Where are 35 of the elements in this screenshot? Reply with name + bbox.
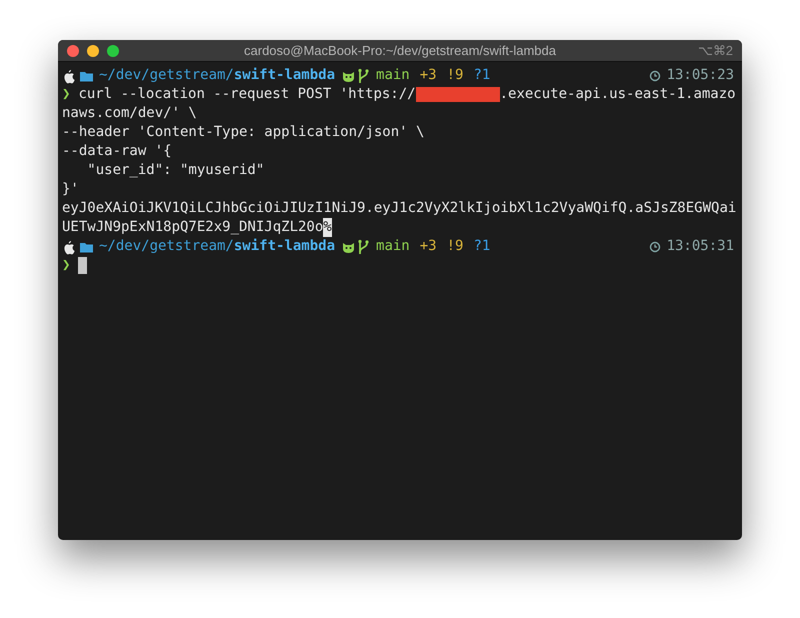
branch-icon bbox=[356, 238, 370, 254]
close-button[interactable] bbox=[67, 44, 79, 56]
terminal-line: --header 'Content-Type: application/json' \ bbox=[62, 123, 424, 142]
terminal-line: UETwJN9pExN18pQ7E2x9_DNIJqZL20o bbox=[62, 218, 324, 237]
shortcut-label: ⌥⌘2 bbox=[698, 42, 733, 60]
modified-count: !9 bbox=[446, 66, 464, 85]
staged-count: +3 bbox=[420, 237, 437, 256]
command-text: curl --location --request POST 'https:// bbox=[78, 85, 416, 104]
timestamp: 13:05:31 bbox=[666, 237, 734, 256]
maximize-button[interactable] bbox=[107, 44, 119, 56]
minimize-button[interactable] bbox=[87, 44, 99, 56]
window-title: cardoso@MacBook-Pro:~/dev/getstream/swift-lambda bbox=[244, 42, 556, 60]
directory-name: swift-lambda bbox=[234, 66, 336, 85]
branch-icon bbox=[356, 68, 370, 84]
modified-count: !9 bbox=[446, 237, 464, 256]
terminal-line: eyJ0eXAiOiJKV1QiLCJhbGciOiJIUzI1NiJ9.eyJ1c2VyX2lkIjoibXl1c2VyaWQifQ.aSJsZ8EGWQai bbox=[62, 199, 736, 218]
untracked-count: ?1 bbox=[473, 237, 490, 256]
terminal-line: --data-raw '{ bbox=[62, 142, 172, 161]
staged-count: +3 bbox=[420, 66, 437, 85]
command-text: .execute-api.us-east-1.amazo bbox=[500, 85, 736, 104]
prompt-symbol: ❯ bbox=[62, 85, 70, 104]
end-marker: % bbox=[323, 218, 332, 237]
path-text: ~/dev/getstream/ bbox=[99, 237, 234, 256]
branch-name: main bbox=[376, 237, 410, 256]
directory-name: swift-lambda bbox=[234, 237, 336, 256]
prompt-symbol: ❯ bbox=[62, 256, 70, 275]
terminal-line: }' bbox=[62, 180, 79, 199]
branch-name: main bbox=[376, 66, 410, 85]
apple-icon bbox=[62, 238, 76, 254]
path-text: ~/dev/getstream/ bbox=[99, 66, 234, 85]
timestamp: 13:05:23 bbox=[666, 66, 734, 85]
terminal-line: "user_id": "myuserid" bbox=[86, 161, 264, 180]
apple-icon bbox=[62, 68, 76, 84]
untracked-count: ?1 bbox=[473, 66, 490, 85]
terminal-line: naws.com/dev/' \ bbox=[62, 104, 197, 123]
